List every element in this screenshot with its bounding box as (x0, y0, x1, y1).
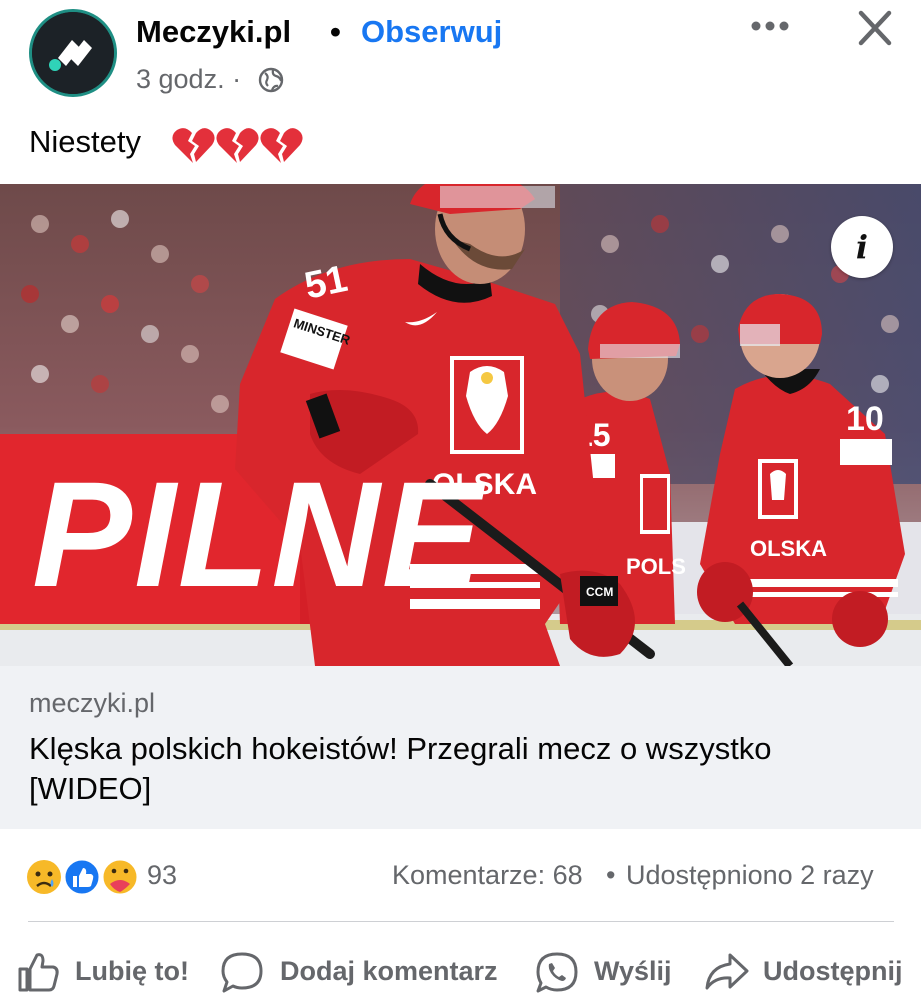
comment-label: Dodaj komentarz (280, 956, 498, 986)
care-reaction-icon (100, 857, 140, 897)
broken-heart-emoji (172, 128, 303, 163)
svg-text:51: 51 (301, 258, 351, 308)
post-timestamp[interactable]: 3 godz. · (136, 64, 241, 95)
comments-count[interactable]: Komentarze: 68 (392, 860, 583, 891)
post-text: Niestety (29, 124, 141, 159)
send-button[interactable]: Wyślij (534, 946, 674, 1002)
svg-text:CCM: CCM (586, 585, 613, 599)
svg-text:POLS: POLS (626, 554, 686, 579)
svg-text:10: 10 (846, 400, 884, 438)
shares-count[interactable]: Udostępniono 2 razy (626, 860, 874, 891)
share-arrow-icon (705, 953, 749, 990)
page-name[interactable]: Meczyki.pl (136, 14, 291, 50)
follow-button[interactable]: Obserwuj (361, 14, 502, 50)
reactions-summary[interactable] (24, 856, 144, 898)
send-label: Wyślij (594, 956, 672, 986)
sad-reaction-icon (27, 860, 61, 894)
page-avatar[interactable] (29, 9, 117, 97)
pilne-overlay-text: PILNE (32, 450, 484, 618)
share-label: Udostępnij (763, 956, 903, 986)
comment-bubble-icon (221, 952, 263, 993)
like-label: Lubię to! (75, 956, 189, 986)
thumbs-up-icon (18, 953, 59, 992)
link-title[interactable]: Klęska polskich hokeistów! Przegrali mec… (29, 729, 889, 809)
comment-button[interactable]: Dodaj komentarz (219, 946, 509, 1002)
like-reaction-icon (62, 857, 102, 897)
share-button[interactable]: Udostępnij (703, 946, 913, 1002)
svg-text:OLSKA: OLSKA (750, 536, 827, 561)
whatsapp-icon (536, 952, 578, 993)
info-button[interactable]: i (831, 216, 893, 278)
more-options-icon[interactable] (748, 6, 792, 46)
link-domain: meczyki.pl (29, 688, 156, 718)
header-separator: • (330, 14, 341, 49)
meczyki-logo (32, 12, 114, 94)
stats-separator: • (606, 860, 616, 890)
post-image[interactable]: OLSKA 10 15 POLS 51 MINSTER OLSKA CCM i … (0, 184, 921, 666)
divider (28, 921, 894, 922)
close-icon[interactable] (852, 6, 898, 52)
globe-icon (258, 67, 284, 93)
reaction-count[interactable]: 93 (147, 860, 177, 891)
like-button[interactable]: Lubię to! (16, 946, 196, 1002)
